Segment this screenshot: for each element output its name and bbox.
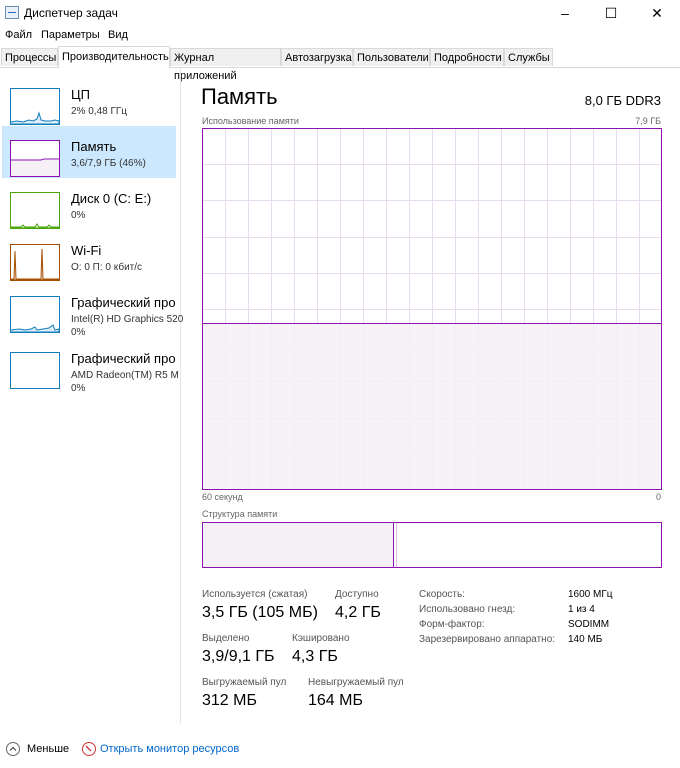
tab-bar: Процессы Производительность Журнал прило… — [0, 46, 680, 82]
gpu-intel-name: Intel(R) HD Graphics 520 — [71, 314, 184, 325]
gpu-amd-thumbnail-graph — [10, 352, 60, 389]
sidebar-item-title: Wi-Fi — [71, 243, 102, 258]
in-use-value: 3,5 ГБ (105 МБ) — [202, 604, 318, 621]
page-title: Память — [201, 84, 278, 109]
maximize-button[interactable]: ☐ — [588, 0, 634, 26]
committed-value: 3,9/9,1 ГБ — [202, 648, 275, 665]
committed-label: Выделено — [202, 633, 250, 644]
tab-app-history[interactable]: Журнал приложений — [170, 48, 281, 82]
menu-view[interactable]: Вид — [108, 29, 128, 41]
sidebar-item-detail: Intel(R) HD Graphics 520 0% — [71, 313, 183, 339]
usage-graph-max: 7,9 ГБ — [635, 116, 661, 126]
nonpaged-pool-label: Невыгружаемый пул — [308, 677, 404, 688]
structure-in-use-segment — [203, 523, 393, 567]
speed-value: 1600 МГц — [568, 589, 613, 600]
usage-graph-label: Использование памяти — [202, 116, 299, 126]
speed-label: Скорость: — [419, 589, 465, 600]
sidebar-item-title: Память — [71, 139, 117, 154]
menu-file[interactable]: Файл — [5, 29, 32, 41]
task-manager-icon — [5, 6, 19, 19]
sidebar-item-title: Графический про — [71, 351, 176, 366]
close-button[interactable]: ✕ — [634, 0, 680, 26]
sidebar-item-title: Диск 0 (C: E:) — [71, 191, 152, 206]
minimize-button[interactable]: – — [542, 0, 588, 26]
gpu-intel-usage: 0% — [71, 327, 86, 338]
cpu-thumbnail-graph — [10, 88, 60, 125]
sidebar-item-title: Графический про — [71, 295, 176, 310]
sidebar-item-disk[interactable]: Диск 0 (C: E:) 0% — [2, 178, 176, 230]
nonpaged-pool-value: 164 МБ — [308, 692, 363, 709]
memory-structure-bar — [202, 522, 662, 568]
disk-thumbnail-graph — [10, 192, 60, 229]
tab-processes[interactable]: Процессы — [1, 48, 58, 66]
slots-label: Использовано гнезд: — [419, 604, 516, 615]
sidebar-item-detail: 2% 0,48 ГГц — [71, 106, 128, 117]
time-axis-label: 60 секунд — [202, 492, 243, 502]
cached-label: Кэшировано — [292, 633, 350, 644]
title-bar: Диспетчер задач – ☐ ✕ — [0, 0, 680, 26]
slots-value: 1 из 4 — [568, 604, 595, 615]
tab-performance[interactable]: Производительность — [58, 46, 170, 68]
time-axis-zero: 0 — [655, 492, 661, 502]
tab-details[interactable]: Подробности — [430, 48, 504, 66]
sidebar-item-memory[interactable]: Память 3,6/7,9 ГБ (46%) — [2, 126, 176, 178]
tab-services[interactable]: Службы — [504, 48, 553, 66]
paged-pool-label: Выгружаемый пул — [202, 677, 287, 688]
sidebar-item-wifi[interactable]: Wi-Fi О: 0 П: 0 кбит/с — [2, 230, 176, 282]
sidebar-item-detail: 0% — [71, 210, 86, 221]
chevron-up-icon[interactable] — [6, 742, 20, 756]
hw-reserved-value: 140 МБ — [568, 634, 603, 645]
tab-users[interactable]: Пользователи — [353, 48, 430, 66]
sidebar-item-detail: О: 0 П: 0 кбит/с — [71, 262, 143, 273]
sidebar-item-gpu-intel[interactable]: Графический про Intel(R) HD Graphics 520… — [2, 282, 183, 338]
memory-usage-area — [203, 323, 661, 489]
gpu-amd-usage: 0% — [71, 383, 86, 394]
footer: Меньше Открыть монитор ресурсов — [0, 736, 680, 768]
tab-startup[interactable]: Автозагрузка — [281, 48, 353, 66]
memory-spec: 8,0 ГБ DDR3 — [584, 93, 661, 108]
sidebar-item-gpu-amd[interactable]: Графический про AMD Radeon(TM) R5 M 0% — [2, 338, 179, 394]
resource-sidebar: ЦП 2% 0,48 ГГц Память 3,6/7,9 ГБ (46%) Д… — [0, 68, 183, 724]
paged-pool-value: 312 МБ — [202, 692, 257, 709]
wifi-thumbnail-graph — [10, 244, 60, 281]
sidebar-item-detail: 3,6/7,9 ГБ (46%) — [71, 158, 146, 169]
structure-label: Структура памяти — [202, 509, 278, 519]
available-label: Доступно — [335, 589, 379, 600]
hw-reserved-label: Зарезервировано аппаратно: — [419, 634, 556, 645]
available-value: 4,2 ГБ — [335, 604, 381, 621]
sidebar-item-detail: AMD Radeon(TM) R5 M 0% — [71, 369, 179, 395]
sidebar-item-cpu[interactable]: ЦП 2% 0,48 ГГц — [2, 74, 176, 126]
resource-monitor-icon — [82, 742, 96, 756]
cached-value: 4,3 ГБ — [292, 648, 338, 665]
gpu-amd-name: AMD Radeon(TM) R5 M — [71, 370, 179, 381]
window-title: Диспетчер задач — [24, 6, 118, 20]
form-factor-label: Форм-фактор: — [419, 619, 485, 630]
menu-options[interactable]: Параметры — [41, 29, 100, 41]
menu-bar: Файл Параметры Вид — [0, 26, 680, 46]
gpu-intel-thumbnail-graph — [10, 296, 60, 333]
memory-usage-graph — [202, 128, 662, 490]
in-use-label: Используется (сжатая) — [202, 589, 308, 600]
open-resource-monitor-link[interactable]: Открыть монитор ресурсов — [100, 743, 239, 755]
sidebar-item-title: ЦП — [71, 87, 90, 102]
form-factor-value: SODIMM — [568, 619, 610, 630]
memory-thumbnail-graph — [10, 140, 60, 177]
fewer-details-button[interactable]: Меньше — [27, 743, 69, 755]
